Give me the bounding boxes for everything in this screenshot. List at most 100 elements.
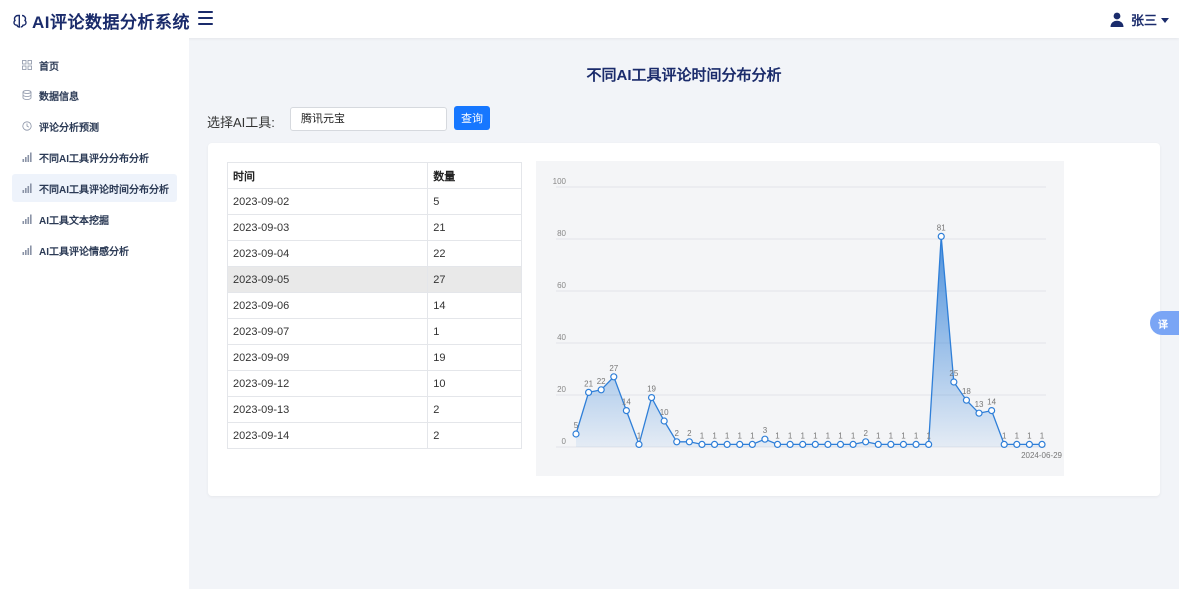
table-header-row: 时间 数量 [226, 162, 522, 189]
table-row[interactable]: 2023-09-13 2 [226, 396, 522, 423]
table-row[interactable]: 2023-09-14 2 [226, 422, 522, 449]
data-point [710, 440, 719, 448]
table-row[interactable]: 2023-09-04 22 [226, 240, 522, 267]
cell-count: 2 [427, 396, 522, 423]
top-bar: AI评论数据分析系统 张三 [0, 0, 1179, 38]
data-label: 1 [738, 431, 743, 440]
sidebar-item-sentiment-analysis[interactable]: AI工具评论情感分析 [12, 236, 177, 264]
data-point [1000, 440, 1008, 448]
data-label: 1 [914, 431, 919, 440]
brand: AI评论数据分析系统 [12, 8, 190, 33]
cell-time: 2023-09-04 [226, 240, 429, 267]
sidebar-item-data-info[interactable]: 数据信息 [12, 81, 177, 109]
grid-icon [22, 60, 32, 70]
time-count-table: 时间 数量 2023-09-02 5 2023-09-03 21 2023-09-0… [226, 162, 522, 449]
data-point [584, 388, 593, 396]
data-point [937, 232, 945, 241]
data-label: 1 [788, 431, 793, 440]
data-label: 1 [889, 431, 894, 440]
database-icon [22, 90, 32, 100]
data-point [975, 409, 983, 417]
data-label: 1 [826, 431, 831, 440]
data-point [622, 407, 630, 415]
data-label: 1 [775, 431, 780, 440]
table-row[interactable]: 2023-09-09 19 [226, 344, 522, 371]
data-point [1013, 440, 1021, 448]
data-label: 1 [712, 431, 717, 440]
data-point [597, 386, 605, 394]
data-point [685, 438, 693, 446]
bar-chart-icon [22, 214, 32, 224]
table-row[interactable]: 2023-09-02 5 [226, 188, 522, 215]
cell-time: 2023-09-05 [226, 266, 429, 293]
menu-toggle-icon[interactable] [198, 11, 213, 25]
data-label: 1 [876, 431, 881, 440]
table-row[interactable]: 2023-09-07 1 [226, 318, 522, 345]
data-point [610, 373, 618, 381]
sidebar-item-rating-distribution[interactable]: 不同AI工具评分分布分析 [12, 143, 177, 171]
y-tick-label: 80 [557, 229, 566, 238]
time-distribution-chart[interactable]: 5 21 22 27 14 1 19 10 2 2 1 1 1 1 1 3 1 1 1 1 1 1 1 2 1 1 1 1 1 81 25 1… [536, 161, 1064, 476]
cell-time: 2023-09-12 [226, 370, 429, 397]
user-icon [1110, 12, 1124, 27]
cell-count: 21 [427, 214, 522, 241]
data-label: 2 [863, 429, 868, 438]
data-label: 1 [813, 431, 818, 440]
data-label: 5 [574, 421, 579, 430]
data-label: 1 [1002, 431, 1007, 440]
data-label: 1 [926, 431, 931, 440]
user-menu[interactable]: 张三 [1110, 10, 1169, 29]
data-point [988, 407, 996, 415]
cell-count: 10 [427, 370, 522, 397]
sidebar-item-time-distribution[interactable]: 不同AI工具评论时间分布分析 [12, 174, 177, 202]
data-label: 18 [962, 387, 971, 396]
sidebar-item-comment-prediction[interactable]: 评论分析预测 [12, 112, 177, 140]
bar-chart-icon [22, 183, 32, 193]
data-label: 1 [700, 431, 705, 440]
bar-chart-icon [22, 245, 32, 255]
table-row[interactable]: 2023-09-03 21 [226, 214, 522, 241]
data-point [698, 440, 706, 448]
data-point [962, 396, 971, 404]
data-label: 25 [949, 369, 958, 378]
data-label: 14 [987, 398, 996, 407]
data-point [673, 438, 681, 446]
cell-count: 5 [427, 188, 522, 215]
y-tick-label: 60 [557, 281, 566, 290]
data-point [647, 394, 656, 402]
chevron-down-icon [1161, 17, 1169, 23]
data-point [799, 440, 807, 448]
cell-count: 22 [427, 240, 522, 267]
data-point [836, 440, 845, 448]
data-label: 13 [975, 400, 984, 409]
data-point [748, 440, 756, 448]
sidebar-item-text-mining[interactable]: AI工具文本挖掘 [12, 205, 177, 233]
table-row[interactable]: 2023-09-05 27 [226, 266, 522, 293]
cell-count: 2 [427, 422, 522, 449]
brain-logo-icon [13, 14, 27, 28]
data-point [773, 440, 782, 448]
cell-count: 1 [427, 318, 522, 345]
data-label: 81 [937, 223, 946, 232]
bar-chart-icon [22, 152, 32, 162]
cell-time: 2023-09-06 [226, 292, 429, 319]
cell-count: 19 [427, 344, 522, 371]
data-point [635, 440, 643, 448]
data-label: 3 [763, 426, 768, 435]
y-tick-label: 0 [562, 437, 567, 446]
table-row[interactable]: 2023-09-12 10 [226, 370, 522, 397]
translate-button[interactable]: 译 [1150, 311, 1179, 335]
data-label: 1 [725, 431, 730, 440]
data-point [925, 440, 933, 448]
sidebar-item-home[interactable]: 首页 [12, 51, 177, 79]
data-label: 1 [750, 431, 755, 440]
table-row[interactable]: 2023-09-06 14 [226, 292, 522, 319]
data-point [1025, 440, 1034, 448]
series-area [576, 236, 1042, 447]
y-tick-label: 40 [557, 333, 566, 342]
translate-icon: 译 [1158, 320, 1168, 331]
data-point [824, 440, 832, 448]
ai-tool-select[interactable]: 腾讯元宝 [290, 107, 447, 131]
query-button[interactable]: 查询 [454, 106, 490, 130]
data-point [874, 440, 882, 448]
